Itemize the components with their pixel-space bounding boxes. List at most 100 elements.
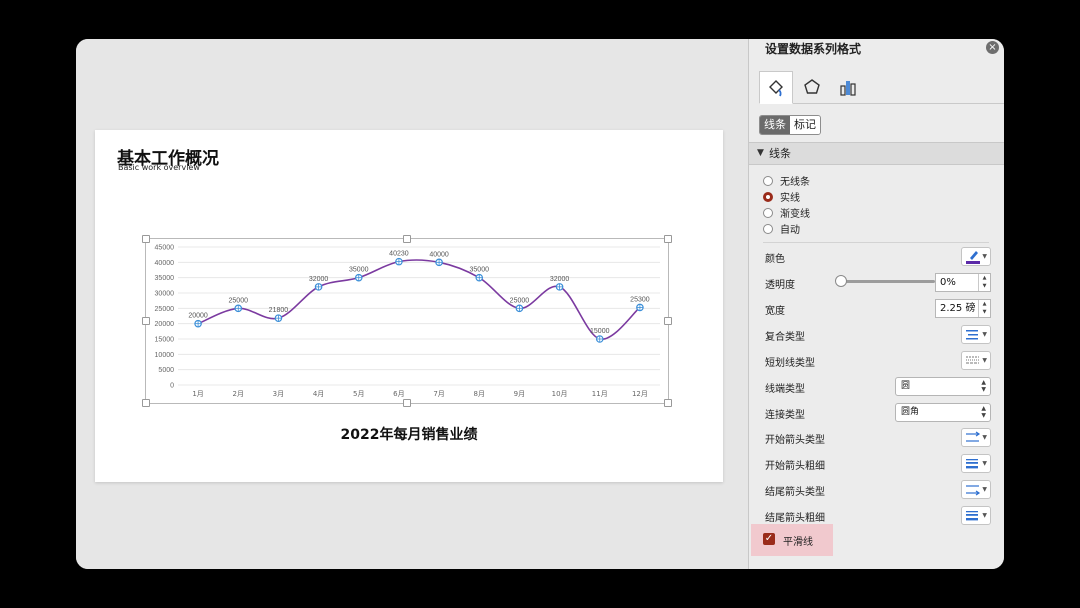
data-point[interactable] xyxy=(636,303,644,312)
transparency-slider[interactable] xyxy=(841,280,935,283)
y-tick-label: 15000 xyxy=(155,337,175,344)
tab-series-options[interactable] xyxy=(831,71,865,103)
resize-handle[interactable] xyxy=(142,399,150,407)
smooth-line-checkbox[interactable]: ✓ xyxy=(763,533,775,545)
y-tick-label: 45000 xyxy=(155,245,175,252)
chevron-down-icon: ▼ xyxy=(982,434,987,441)
resize-handle[interactable] xyxy=(142,317,150,325)
updown-arrows-icon: ▲ ▼ xyxy=(981,405,986,419)
y-tick-label: 20000 xyxy=(155,321,175,328)
updown-arrows-icon: ▲ ▼ xyxy=(981,379,986,393)
transparency-stepper[interactable]: 0% ▲ ▼ xyxy=(935,273,991,292)
section-header-line[interactable]: ▼ 线条 xyxy=(749,142,1004,165)
resize-handle[interactable] xyxy=(664,317,672,325)
data-label: 32000 xyxy=(309,276,329,283)
chevron-down-icon: ▼ xyxy=(982,512,987,519)
y-tick-label: 35000 xyxy=(155,275,175,282)
data-point[interactable] xyxy=(595,335,604,343)
chevron-down-icon: ▼ xyxy=(757,148,764,158)
slider-handle[interactable] xyxy=(835,275,847,287)
data-label: 32000 xyxy=(550,276,570,283)
line-chart[interactable]: 0 5000 10000 15000 20000 25000 30000 35000 40000… xyxy=(146,239,668,403)
segment-marker[interactable]: 标记 xyxy=(790,116,820,134)
radio-button[interactable] xyxy=(763,175,773,186)
data-label: 25000 xyxy=(510,297,530,304)
radio-button[interactable] xyxy=(763,207,773,218)
width-value: 2.25 磅 xyxy=(940,303,976,314)
compound-type-dropdown[interactable]: ▼ xyxy=(961,325,991,344)
radio-automatic[interactable]: 自动 xyxy=(763,221,800,236)
join-type-select[interactable]: 圆角 ▲ ▼ xyxy=(895,403,991,422)
color-label: 颜色 xyxy=(765,254,785,265)
arrow-size-icon xyxy=(966,459,978,469)
chart-frame[interactable]: 0 5000 10000 15000 20000 25000 30000 35000 40000… xyxy=(142,235,672,407)
resize-handle[interactable] xyxy=(403,235,411,243)
resize-handle[interactable] xyxy=(664,235,672,243)
data-label: 25300 xyxy=(630,296,650,303)
arrow-type-icon xyxy=(966,431,981,442)
data-label: 40000 xyxy=(429,251,449,258)
dash-type-label: 短划线类型 xyxy=(765,358,815,369)
data-label: 35000 xyxy=(470,267,490,274)
tab-fill-line[interactable] xyxy=(759,71,793,104)
slide: 基本工作概况 Basic work overview 0 5000 10000 150… xyxy=(95,130,723,482)
radio-button[interactable] xyxy=(763,191,773,202)
x-tick-label: 7月 xyxy=(433,390,444,398)
y-tick-label: 30000 xyxy=(155,291,175,298)
end-arrow-size-dropdown[interactable]: ▼ xyxy=(961,506,991,525)
radio-no-line[interactable]: 无线条 xyxy=(763,173,810,188)
dash-type-dropdown[interactable]: ▼ xyxy=(961,351,991,370)
end-arrow-type-label: 结尾箭头类型 xyxy=(765,487,825,498)
line-color-picker[interactable]: ▼ xyxy=(961,247,991,266)
x-tick-label: 3月 xyxy=(273,390,284,398)
fill-line-icon xyxy=(769,79,783,96)
radio-button[interactable] xyxy=(763,223,773,234)
data-point[interactable] xyxy=(395,257,403,266)
cap-type-select[interactable]: 圆 ▲ ▼ xyxy=(895,377,991,396)
data-point[interactable] xyxy=(314,283,323,291)
x-tick-label: 5月 xyxy=(353,390,364,398)
x-tick-label: 1月 xyxy=(192,390,203,398)
app-window: 基本工作概况 Basic work overview 0 5000 10000 150… xyxy=(76,39,1004,569)
y-tick-label: 0 xyxy=(170,383,174,390)
data-point[interactable] xyxy=(274,314,283,322)
tab-effects[interactable] xyxy=(795,71,829,103)
width-stepper[interactable]: 2.25 磅 ▲ ▼ xyxy=(935,299,991,318)
radio-label: 渐变线 xyxy=(780,209,810,220)
begin-arrow-type-dropdown[interactable]: ▼ xyxy=(961,428,991,447)
data-label: 20000 xyxy=(188,313,208,320)
radio-gradient-line[interactable]: 渐变线 xyxy=(763,205,810,220)
chevron-down-icon: ▼ xyxy=(982,253,987,260)
segment-line[interactable]: 线条 xyxy=(760,116,790,134)
y-tick-label: 10000 xyxy=(155,352,175,359)
resize-handle[interactable] xyxy=(142,235,150,243)
y-tick-label: 5000 xyxy=(158,367,174,374)
data-point[interactable] xyxy=(194,319,202,328)
data-point[interactable] xyxy=(555,283,564,291)
bar-chart-options-icon xyxy=(840,81,856,96)
width-label: 宽度 xyxy=(765,306,785,317)
resize-handle[interactable] xyxy=(403,399,411,407)
data-point[interactable] xyxy=(435,258,443,267)
y-tick-label: 25000 xyxy=(155,306,175,313)
data-point[interactable] xyxy=(234,304,243,313)
data-label: 40230 xyxy=(389,251,409,258)
close-icon[interactable]: × xyxy=(986,41,999,54)
data-point[interactable] xyxy=(475,273,484,282)
divider xyxy=(763,242,989,243)
join-type-value: 圆角 xyxy=(901,407,920,417)
stepper-arrows-icon[interactable]: ▲ ▼ xyxy=(978,274,990,291)
stepper-arrows-icon[interactable]: ▲ ▼ xyxy=(978,300,990,317)
radio-solid-line[interactable]: 实线 xyxy=(763,189,800,204)
chart-caption: 2022年每月销售业绩 xyxy=(340,427,478,443)
data-point[interactable] xyxy=(515,304,524,313)
x-tick-label: 10月 xyxy=(552,390,568,398)
radio-label: 无线条 xyxy=(780,177,810,188)
resize-handle[interactable] xyxy=(664,399,672,407)
line-marker-segmented: 线条 标记 xyxy=(759,115,821,135)
end-arrow-type-dropdown[interactable]: ▼ xyxy=(961,480,991,499)
data-point[interactable] xyxy=(354,273,363,282)
begin-arrow-size-dropdown[interactable]: ▼ xyxy=(961,454,991,473)
compound-type-label: 复合类型 xyxy=(765,332,805,343)
x-tick-label: 4月 xyxy=(313,390,324,398)
